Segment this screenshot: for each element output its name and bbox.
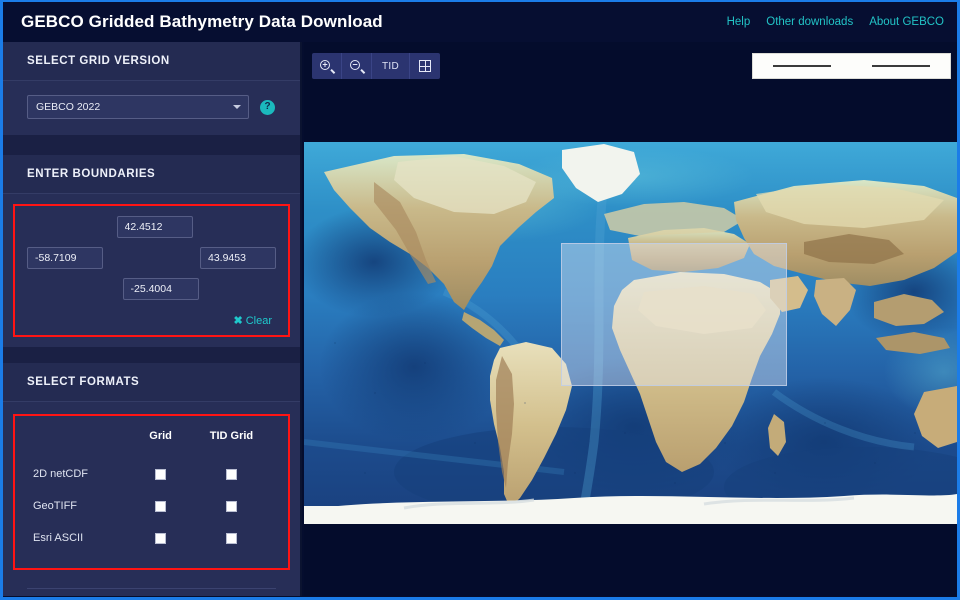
checkbox-grid-esri-ascii[interactable] <box>155 532 167 544</box>
section-title-formats: SELECT FORMATS <box>27 376 140 388</box>
table-row: 2D netCDF <box>25 458 278 490</box>
table-row: Esri ASCII <box>25 522 278 554</box>
section-title-grid-version: SELECT GRID VERSION <box>27 55 170 67</box>
formats-highlight-box: Grid TID Grid 2D netCDF GeoTIFF Esri ASC… <box>13 414 290 570</box>
panel-body-boundaries: ✖ Clear <box>3 194 300 347</box>
sidebar: SELECT GRID VERSION GEBCO 2022 ? ENTER B… <box>3 42 302 596</box>
boundary-input-west[interactable] <box>27 247 103 269</box>
help-question-icon[interactable]: ? <box>260 99 275 115</box>
page-title: GEBCO Gridded Bathymetry Data Download <box>21 12 383 31</box>
checkbox-tid-grid-geotiff[interactable] <box>225 500 237 512</box>
map-scalebar <box>752 53 951 79</box>
scalebar-line-right <box>871 65 930 67</box>
panel-boundaries: ENTER BOUNDARIES ✖ <box>3 155 300 347</box>
map-toolbar: + − TID <box>312 53 440 79</box>
format-label-esri-ascii: Esri ASCII <box>33 532 84 544</box>
scalebar-segment-right <box>871 65 930 67</box>
table-row: GeoTIFF <box>25 490 278 522</box>
map-area[interactable]: + − TID <box>304 42 957 596</box>
formats-table: Grid TID Grid 2D netCDF GeoTIFF Esri ASC… <box>25 430 278 554</box>
panel-grid-version: SELECT GRID VERSION GEBCO 2022 ? <box>3 42 300 135</box>
clear-row: ✖ Clear <box>27 314 272 328</box>
clear-label: Clear <box>245 314 272 327</box>
scalebar-segment-left <box>773 65 832 67</box>
cell-grid-esri-ascii <box>136 522 185 554</box>
grid-version-selected-value: GEBCO 2022 <box>36 101 101 113</box>
cell-grid-geotiff <box>136 490 185 522</box>
world-bathymetry-map[interactable] <box>304 142 957 524</box>
panel-header-grid-version: SELECT GRID VERSION <box>3 42 300 81</box>
cell-tid-geotiff <box>185 490 278 522</box>
gebco-download-window: GEBCO Gridded Bathymetry Data Download H… <box>0 0 960 600</box>
nav-link-other-downloads[interactable]: Other downloads <box>766 16 853 28</box>
formats-col-tid-grid: TID Grid <box>209 430 254 442</box>
format-label-2d-netcdf: 2D netCDF <box>33 468 89 480</box>
zoom-in-icon: + <box>320 59 336 74</box>
checkbox-tid-grid-2d-netcdf[interactable] <box>225 468 237 480</box>
cell-grid-2d-netcdf <box>136 458 185 490</box>
boundaries-highlight-box: ✖ Clear <box>13 204 290 337</box>
checkbox-grid-2d-netcdf[interactable] <box>155 468 167 480</box>
tid-layer-button[interactable]: TID <box>372 53 410 79</box>
format-label-geotiff: GeoTIFF <box>33 500 78 512</box>
panel-formats: SELECT FORMATS Grid TID Grid 2D netCDF G… <box>3 363 300 596</box>
map-footer-band <box>304 524 957 596</box>
grid-version-row: GEBCO 2022 ? <box>27 95 276 119</box>
section-title-boundaries: ENTER BOUNDARIES <box>27 168 156 180</box>
panel-header-formats: SELECT FORMATS <box>3 363 300 402</box>
boundary-row-north <box>27 216 276 238</box>
grid-toggle-icon <box>419 60 431 72</box>
nav-link-help[interactable]: Help <box>727 16 751 28</box>
boundary-input-east[interactable] <box>200 247 276 269</box>
cell-tid-esri-ascii <box>185 522 278 554</box>
panel-body-grid-version: GEBCO 2022 ? <box>3 81 300 135</box>
grid-toggle-button[interactable] <box>410 53 440 79</box>
clear-boundaries-button[interactable]: ✖ Clear <box>233 314 272 328</box>
zoom-out-button[interactable]: − <box>342 53 372 79</box>
nav-link-about-gebco[interactable]: About GEBCO <box>869 16 944 28</box>
checkbox-tid-grid-esri-ascii[interactable] <box>225 532 237 544</box>
map-selection-rectangle[interactable] <box>561 243 787 386</box>
header-nav: Help Other downloads About GEBCO <box>727 16 944 28</box>
boundary-input-south[interactable] <box>122 278 199 300</box>
scalebar-line-left <box>773 65 832 67</box>
formats-col-grid: Grid <box>149 430 172 442</box>
panel-divider-2 <box>3 347 300 363</box>
app-header: GEBCO Gridded Bathymetry Data Download H… <box>3 2 957 42</box>
formats-header-row: Grid TID Grid <box>25 430 278 458</box>
checkbox-grid-geotiff[interactable] <box>155 500 167 512</box>
boundary-row-west-east <box>27 247 276 269</box>
formats-col-blank <box>25 430 136 458</box>
panel-header-boundaries: ENTER BOUNDARIES <box>3 155 300 194</box>
zoom-in-button[interactable]: + <box>312 53 342 79</box>
chevron-down-icon <box>233 105 241 109</box>
panel-divider-1 <box>3 135 300 155</box>
close-x-icon: ✖ <box>233 315 243 327</box>
boundary-input-north[interactable] <box>116 216 193 238</box>
boundary-row-south <box>27 278 276 300</box>
panel-body-formats: Grid TID Grid 2D netCDF GeoTIFF Esri ASC… <box>3 402 300 596</box>
grid-version-select[interactable]: GEBCO 2022 <box>27 95 249 119</box>
zoom-out-icon: − <box>350 59 366 74</box>
cell-tid-2d-netcdf <box>185 458 278 490</box>
bathymetry-note: The below options are available only on … <box>13 589 290 596</box>
